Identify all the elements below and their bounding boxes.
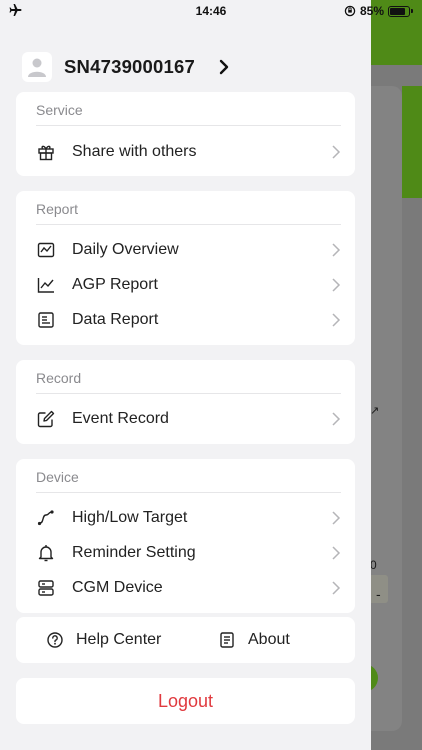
user-avatar-icon [28,58,46,77]
chevron-right-icon [332,144,341,159]
background-dash: - [376,586,381,602]
status-indicators: 85% [344,4,413,18]
info-document-icon [220,632,234,648]
menu-label: CGM Device [72,578,163,596]
divider [36,224,341,225]
bottom-links: Help Center About [16,617,355,663]
user-serial: SN4739000167 [64,56,195,77]
divider [36,492,341,493]
about-label: About [248,631,290,648]
battery-percent: 85% [359,4,384,18]
chevron-right-icon [332,312,341,327]
menu-label: AGP Report [72,275,158,293]
divider [36,125,341,126]
status-bar: 14:46 85% [0,0,422,24]
bell-icon [38,544,54,561]
daily-chart-icon [37,242,55,257]
battery-level [390,7,406,15]
report-section: Report Daily Overview AGP Report Data Re… [16,191,355,345]
menu-label: Daily Overview [72,240,179,258]
chevron-right-icon [332,277,341,292]
chevron-right-icon [332,242,341,257]
menu-item-share[interactable]: Share with others [16,134,355,169]
logout-button[interactable]: Logout [16,678,355,724]
device-section: Device High/Low Target Reminder Setting [16,459,355,613]
menu-item-event-record[interactable]: Event Record [16,401,355,436]
chevron-right-icon [332,580,341,595]
curve-icon [37,509,54,525]
menu-item-high-low-target[interactable]: High/Low Target [16,500,355,535]
section-title: Service [36,102,83,118]
divider [36,393,341,394]
help-center-button[interactable]: Help Center [46,617,161,663]
service-section: Service Share with others [16,92,355,176]
menu-item-cgm-device[interactable]: CGM Device [16,570,355,605]
avatar [22,52,52,82]
line-chart-icon [37,277,54,293]
section-title: Record [36,370,82,386]
menu-label: Data Report [72,310,159,328]
battery-icon [388,5,413,17]
section-title: Device [36,469,79,485]
background-green-panel [402,86,422,198]
chevron-right-icon [332,510,341,525]
menu-label: Reminder Setting [72,543,196,561]
background-number: 0 [370,558,377,572]
section-title: Report [36,201,79,217]
edit-icon [37,410,55,427]
help-center-label: Help Center [76,631,162,648]
chevron-right-icon [332,545,341,560]
side-drawer: SN4739000167 Service Share with others R… [0,0,371,750]
chevron-right-icon [332,411,341,426]
document-icon [38,311,54,328]
about-button[interactable]: About [218,617,290,663]
menu-item-daily-overview[interactable]: Daily Overview [16,232,355,267]
device-icon [38,579,54,596]
menu-label: High/Low Target [72,508,188,526]
orientation-lock-icon [344,5,356,17]
background-arrow-icon: ↗ [370,405,380,417]
menu-label: Share with others [72,142,197,160]
menu-label: Event Record [72,409,169,427]
user-header[interactable]: SN4739000167 [22,52,231,82]
menu-item-reminder-setting[interactable]: Reminder Setting [16,535,355,570]
help-icon [47,632,63,648]
chevron-right-icon [219,59,229,75]
record-section: Record Event Record [16,360,355,444]
gift-icon [38,145,54,160]
menu-item-agp-report[interactable]: AGP Report [16,267,355,302]
menu-item-data-report[interactable]: Data Report [16,302,355,337]
